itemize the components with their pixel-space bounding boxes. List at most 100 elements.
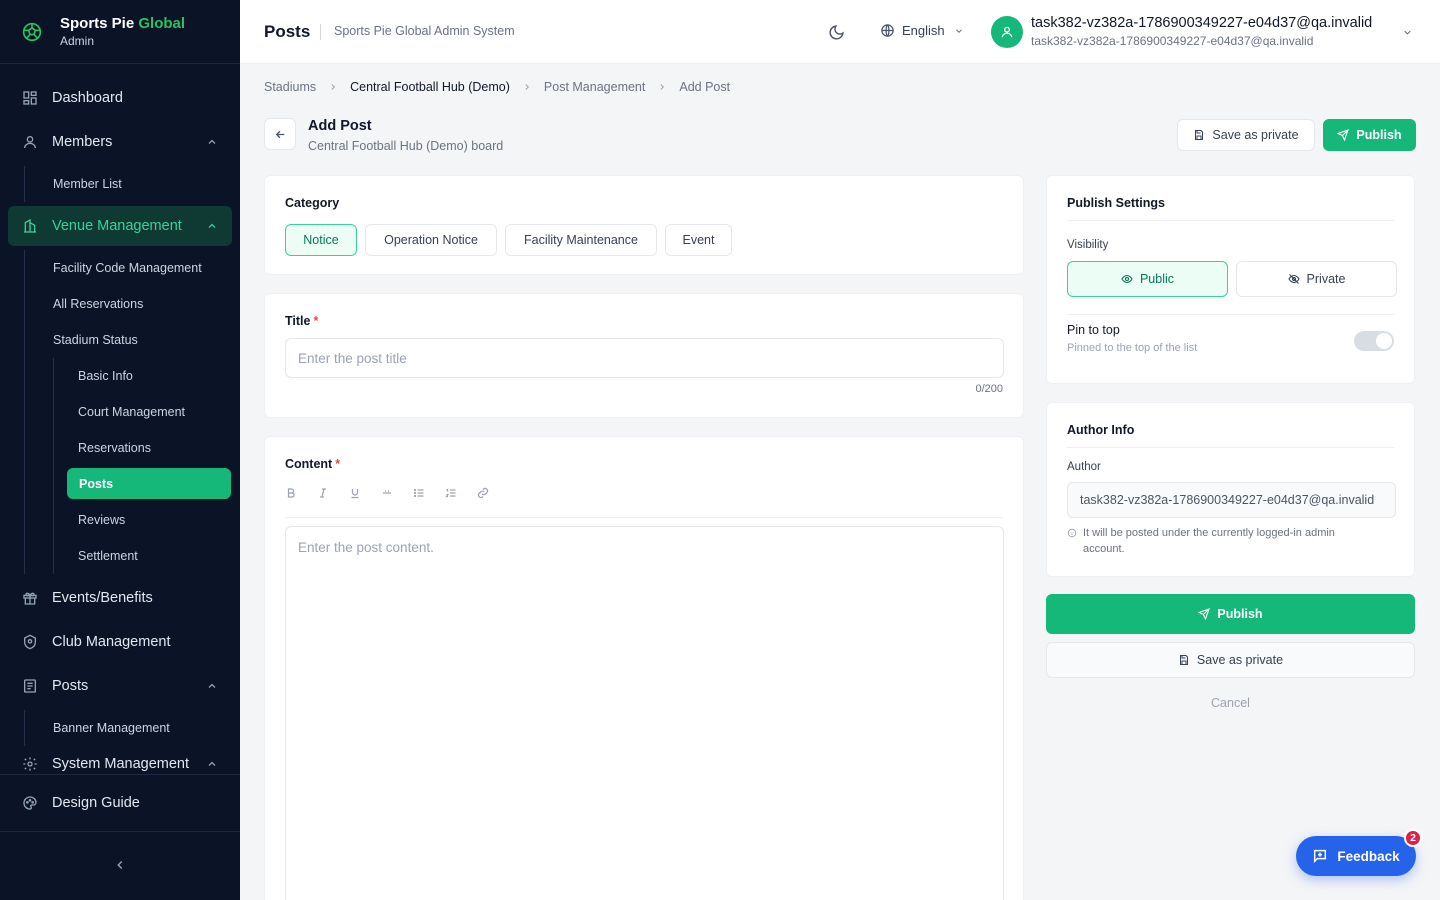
pin-toggle[interactable] — [1354, 331, 1394, 351]
stadium-submenu: Basic Info Court Management Reservations… — [53, 358, 240, 574]
strikethrough-icon[interactable] — [381, 487, 393, 499]
save-private-button[interactable]: Save as private — [1177, 119, 1315, 151]
sidebar-item-events-benefits[interactable]: Events/Benefits — [8, 578, 232, 618]
sidebar-item-design-guide[interactable]: Design Guide — [8, 783, 232, 823]
chevron-left-icon[interactable] — [113, 858, 127, 872]
sidebar-divider — [0, 774, 240, 775]
user-icon — [1001, 26, 1013, 38]
user-name[interactable]: task382-vz382a-1786900349227-e04d37@qa.i… — [1031, 15, 1372, 31]
title-input[interactable]: Enter the post title — [285, 338, 1004, 378]
grid-icon — [23, 91, 37, 105]
cancel-button[interactable]: Cancel — [1046, 696, 1415, 710]
category-chip-event[interactable]: Event — [665, 224, 732, 256]
bold-icon[interactable] — [285, 487, 297, 499]
sidebar-item-dashboard[interactable]: Dashboard — [8, 78, 232, 118]
language-label: English — [902, 23, 945, 38]
toggle-knob — [1376, 333, 1392, 349]
document-icon — [24, 679, 36, 693]
globe-icon — [881, 24, 894, 37]
author-label: Author — [1067, 461, 1101, 473]
author-hint: It will be posted under the currently lo… — [1067, 525, 1367, 557]
feedback-button[interactable]: Feedback — [1296, 836, 1416, 876]
shield-icon — [24, 634, 36, 650]
sidebar-item-member-list[interactable]: Member List — [25, 166, 240, 202]
visibility-private-button[interactable]: Private — [1236, 261, 1397, 297]
visibility-public-button[interactable]: Public — [1067, 261, 1228, 297]
sidebar-item-posts-active[interactable]: Posts — [67, 468, 231, 499]
sidebar-item-label: Design Guide — [52, 795, 140, 811]
editor-toolbar — [285, 487, 509, 499]
publish-button-large[interactable]: Publish — [1046, 594, 1415, 634]
publish-button[interactable]: Publish — [1323, 119, 1416, 151]
sidebar: Sports Pie Global Admin Dashboard Member… — [0, 0, 240, 900]
section-divider — [1067, 447, 1394, 448]
sidebar-item-facility-code[interactable]: Facility Code Management — [25, 250, 240, 286]
brand[interactable]: Sports Pie Global Admin — [0, 0, 240, 64]
button-label: Feedback — [1337, 848, 1400, 864]
chevron-down-icon[interactable] — [1402, 27, 1413, 38]
sidebar-item-settlement[interactable]: Settlement — [54, 538, 231, 574]
breadcrumb-post-management[interactable]: Post Management — [544, 80, 645, 94]
button-label: Publish — [1217, 607, 1263, 621]
chevron-right-icon — [525, 84, 529, 90]
send-icon — [1198, 608, 1211, 620]
italic-icon[interactable] — [317, 487, 329, 499]
breadcrumb-add-post: Add Post — [679, 80, 731, 94]
sidebar-item-label: Club Management — [52, 634, 171, 650]
sidebar-item-basic-info[interactable]: Basic Info — [54, 358, 231, 394]
palette-icon — [23, 796, 37, 810]
category-chip-facility-maintenance[interactable]: Facility Maintenance — [505, 224, 657, 256]
avatar[interactable] — [991, 16, 1023, 48]
link-icon[interactable] — [477, 487, 489, 499]
sidebar-item-posts[interactable]: Posts — [8, 666, 232, 706]
content-label: Content * — [285, 457, 341, 471]
content-card: Content * Enter the post content. — [264, 436, 1024, 900]
button-label: Save as private — [1196, 653, 1284, 667]
underline-icon[interactable] — [349, 487, 361, 499]
sidebar-item-court-management[interactable]: Court Management — [54, 394, 231, 430]
save-private-button-large[interactable]: Save as private — [1046, 642, 1415, 678]
category-label: Category — [285, 196, 340, 210]
eye-icon — [1121, 274, 1133, 284]
content-editor[interactable]: Enter the post content. — [285, 526, 1004, 900]
sidebar-item-stadium-status[interactable]: Stadium Status — [25, 322, 240, 358]
section-divider — [1067, 314, 1394, 315]
sidebar-item-reviews[interactable]: Reviews — [54, 502, 231, 538]
breadcrumb-stadium-name[interactable]: Central Football Hub (Demo) — [350, 80, 510, 94]
sidebar-item-all-reservations[interactable]: All Reservations — [25, 286, 240, 322]
save-icon — [1179, 655, 1188, 665]
author-field: task382-vz382a-1786900349227-e04d37@qa.i… — [1067, 482, 1396, 518]
sidebar-item-banner-management[interactable]: Banner Management — [25, 710, 240, 746]
notification-badge: 2 — [1404, 829, 1422, 847]
numbered-list-icon[interactable] — [445, 487, 457, 499]
page-subtitle: Central Football Hub (Demo) board — [308, 139, 504, 153]
chevron-up-icon — [208, 761, 216, 766]
sidebar-item-label: Members — [52, 134, 113, 150]
language-selector[interactable]: English — [880, 23, 964, 38]
sidebar-item-club-management[interactable]: Club Management — [8, 622, 232, 662]
brand-name: Sports Pie Global — [60, 14, 186, 32]
moon-icon[interactable] — [828, 24, 845, 41]
visibility-label: Visibility — [1067, 239, 1109, 251]
chevron-right-icon — [660, 84, 665, 90]
category-chip-operation-notice[interactable]: Operation Notice — [365, 224, 497, 256]
message-plus-icon — [1314, 849, 1327, 864]
breadcrumb: Stadiums Central Football Hub (Demo) Pos… — [264, 80, 730, 94]
sidebar-item-reservations[interactable]: Reservations — [54, 430, 231, 466]
chevron-down-icon — [955, 28, 962, 33]
sidebar-item-venue-management[interactable]: Venue Management — [8, 206, 232, 246]
title-label: Title * — [285, 314, 319, 328]
publish-settings-card: Publish Settings Visibility Public Priva… — [1046, 175, 1415, 384]
back-button[interactable] — [264, 118, 296, 150]
bullet-list-icon[interactable] — [413, 487, 425, 499]
author-info-title: Author Info — [1067, 423, 1135, 437]
user-email: task382-vz382a-1786900349227-e04d37@qa.i… — [1031, 34, 1314, 48]
user-icon — [24, 136, 36, 149]
section-divider — [1067, 220, 1394, 221]
breadcrumb-stadiums[interactable]: Stadiums — [264, 80, 316, 94]
button-label: Public — [1139, 272, 1175, 286]
pin-description: Pinned to the top of the list — [1067, 342, 1198, 354]
title-counter: 0/200 — [975, 383, 1003, 395]
category-chip-notice[interactable]: Notice — [285, 224, 357, 256]
sidebar-item-members[interactable]: Members — [8, 122, 232, 162]
